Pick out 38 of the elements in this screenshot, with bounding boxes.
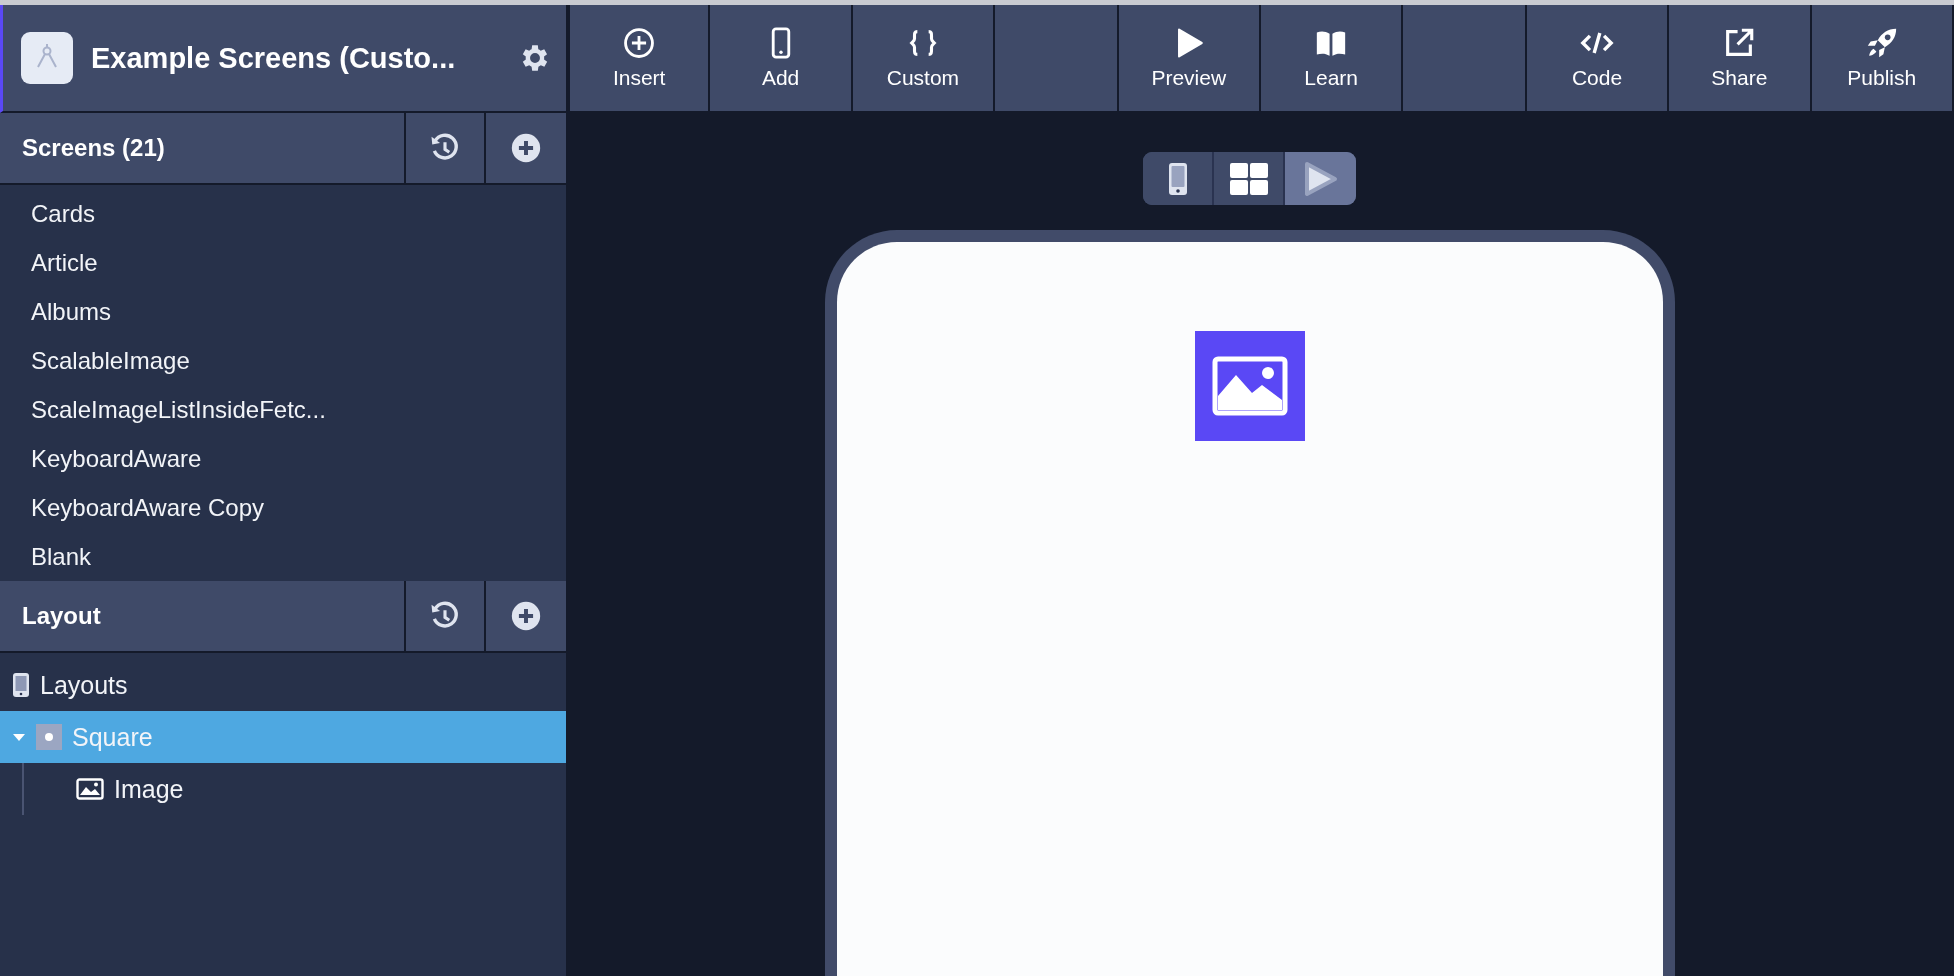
code-icon <box>1580 31 1614 55</box>
panel-title: Layout <box>0 581 406 651</box>
panel-title: Screens (21) <box>0 113 406 183</box>
toolbar-button[interactable]: Preview <box>1118 5 1261 111</box>
phone-icon <box>1167 161 1188 196</box>
square-icon <box>36 724 62 750</box>
tree-item[interactable]: Image <box>22 763 566 815</box>
screen-item[interactable]: KeyboardAware Copy <box>0 483 566 532</box>
toolbar-button[interactable]: Share <box>1669 5 1812 111</box>
image-icon <box>1211 356 1288 416</box>
screen-item[interactable]: ScalableImage <box>0 336 566 385</box>
screen-item[interactable]: ScaleImageListInsideFetc... <box>0 385 566 434</box>
book-icon <box>1317 31 1346 56</box>
view-mode-button[interactable] <box>1143 152 1214 205</box>
toolbar-button[interactable]: Code <box>1526 5 1670 111</box>
phone-icon <box>12 672 30 698</box>
play-icon <box>1177 28 1203 58</box>
braces-icon <box>910 30 936 56</box>
image-icon <box>76 778 104 800</box>
toolbar-button[interactable]: Insert <box>568 5 711 111</box>
rocket-icon <box>1867 28 1896 58</box>
tree-item[interactable]: Layouts <box>0 659 566 711</box>
compass-logo-icon <box>21 32 73 84</box>
toolbar-button[interactable]: Custom <box>852 5 996 111</box>
screen-item[interactable]: Article <box>0 238 566 287</box>
external-link-icon <box>1726 28 1754 56</box>
toolbar-button[interactable]: Publish <box>1811 5 1954 111</box>
screen-item[interactable]: KeyboardAware <box>0 434 566 483</box>
plus-circle-icon <box>624 28 655 58</box>
toolbar-button[interactable]: Add <box>710 5 853 111</box>
phone-icon <box>771 27 790 59</box>
play-icon <box>1303 160 1338 197</box>
grid-icon <box>1229 162 1268 195</box>
screen-item[interactable]: Cards <box>0 189 566 238</box>
screen-item[interactable]: Albums <box>0 287 566 336</box>
screen-item[interactable]: Blank <box>0 532 566 581</box>
toolbar-button[interactable]: Learn <box>1261 5 1404 111</box>
project-title: Example Screens (Custo... <box>91 41 457 75</box>
